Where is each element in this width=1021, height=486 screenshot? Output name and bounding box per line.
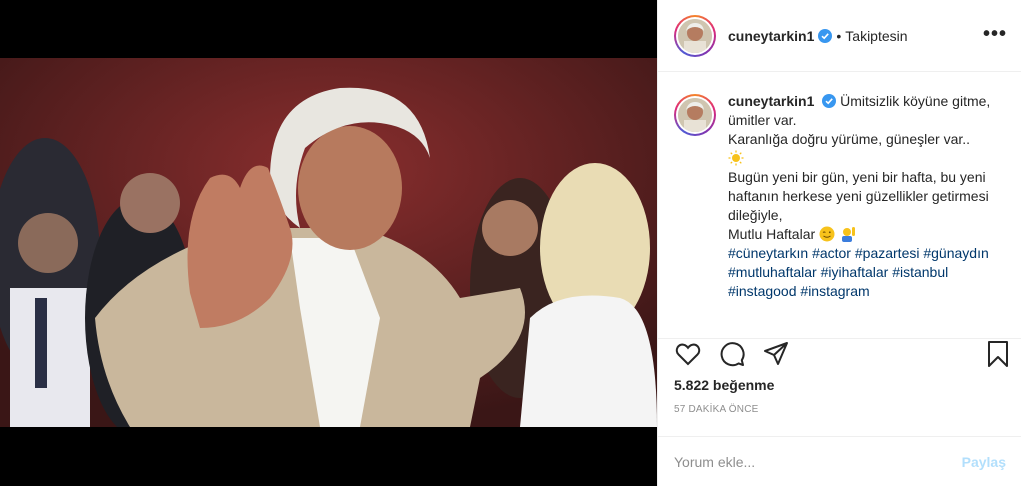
caption-line-3: Bugün yeni bir gün, yeni bir hafta, bu y… — [728, 169, 989, 223]
caption-line-2: Karanlığa doğru yürüme, güneşler var.. — [728, 131, 971, 147]
caption-text: cuneytarkin1 Ümitsizlik köyüne gitme, üm… — [728, 92, 998, 340]
caption: cuneytarkin1 Ümitsizlik köyüne gitme, üm… — [658, 72, 1021, 340]
hashtag[interactable]: #actor — [812, 245, 851, 261]
post-timestamp[interactable]: 57 DAKİKA ÖNCE — [674, 404, 759, 415]
heart-icon[interactable] — [674, 340, 702, 368]
sun-emoji-icon — [728, 150, 744, 166]
caption-line-4: Mutlu Haftalar — [728, 226, 816, 242]
comment-input[interactable] — [674, 453, 962, 470]
share-icon[interactable] — [762, 340, 790, 368]
comment-icon[interactable] — [718, 340, 746, 368]
hashtag[interactable]: #iyihaftalar — [821, 264, 889, 280]
bookmark-icon[interactable] — [984, 340, 1012, 368]
wink-emoji-icon — [819, 226, 835, 242]
hashtag[interactable]: #istanbul — [892, 264, 948, 280]
person-raising-hand-emoji-icon — [841, 227, 855, 242]
post-comment-button[interactable]: Paylaş — [962, 454, 1006, 470]
hashtag[interactable]: #mutluhaftalar — [728, 264, 817, 280]
separator-dot: • — [836, 27, 842, 44]
verified-badge-icon — [818, 28, 833, 43]
hashtag[interactable]: #pazartesi — [855, 245, 920, 261]
caption-verified-badge-icon — [822, 94, 837, 108]
comment-bar: Paylaş — [658, 436, 1021, 486]
more-options-icon[interactable]: ••• — [983, 24, 1007, 44]
hashtag[interactable]: #instagram — [800, 283, 869, 299]
photo-illustration — [0, 58, 657, 427]
follow-status[interactable]: Takiptesin — [845, 28, 907, 44]
post-side-panel: cuneytarkin1 • Takiptesin ••• cuneytarki… — [657, 0, 1021, 486]
hashtag[interactable]: #cüneytarkın — [728, 245, 808, 261]
avatar-image — [678, 18, 712, 53]
header-username[interactable]: cuneytarkin1 — [728, 28, 814, 44]
hashtag-list: #cüneytarkın #actor #pazartesi #günaydın… — [728, 245, 989, 299]
caption-avatar-image — [678, 98, 712, 132]
hashtag[interactable]: #günaydın — [923, 245, 988, 261]
post-media[interactable] — [0, 0, 657, 486]
caption-username[interactable]: cuneytarkin1 — [728, 93, 814, 109]
post-header: cuneytarkin1 • Takiptesin ••• — [658, 0, 1021, 72]
action-bar — [658, 338, 1021, 368]
hashtag[interactable]: #instagood — [728, 283, 797, 299]
avatar[interactable] — [674, 14, 716, 57]
post-photo[interactable] — [0, 58, 657, 427]
caption-avatar[interactable] — [674, 94, 716, 136]
likes-count[interactable]: 5.822 beğenme — [674, 377, 774, 393]
